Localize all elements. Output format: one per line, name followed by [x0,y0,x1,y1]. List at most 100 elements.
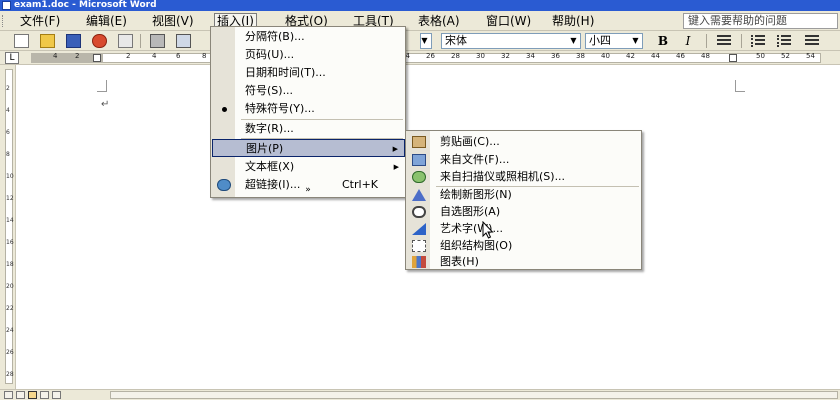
menu-item-label: 特殊符号(Y)... [245,102,315,115]
submenu-item-wordart[interactable]: 艺术字(W)... [407,220,641,238]
ruler-tick: 2 [126,52,131,60]
tab-stop-selector[interactable]: L [5,52,19,64]
print-icon[interactable] [150,34,165,48]
horizontal-ruler[interactable]: L 2 4 2 4 6 8 10 12 14 16 18 20 22 24 26… [0,51,840,65]
submenu-item-new-drawing[interactable]: 绘制新图形(N) [407,186,641,204]
menubar-grip[interactable] [2,15,5,27]
mouse-pointer-icon [482,221,494,239]
bold-button[interactable]: B [655,34,671,48]
vruler-tick: 16 [6,239,14,246]
print-layout-button[interactable] [28,391,37,399]
web-layout-button[interactable] [16,391,25,399]
menu-item-label: 自选图形(A) [440,205,501,218]
vruler-tick: 10 [6,173,14,180]
menu-item-label: 来自文件(F)... [440,153,510,166]
vertical-ruler-strip [5,69,13,384]
submenu-item-clipart[interactable]: 剪贴画(C)... [407,133,641,151]
menu-item-page-numbers[interactable]: 页码(U)... [212,46,405,64]
menu-item-label: 图表(H) [440,255,479,268]
autoshapes-icon [412,206,426,218]
permission-icon[interactable] [92,34,107,48]
email-icon[interactable] [118,34,133,48]
scanner-camera-icon [412,171,426,183]
reading-layout-button[interactable] [52,391,61,399]
normal-view-button[interactable] [4,391,13,399]
standard-toolbar: ▼ 宋体 ▼ 小四 ▼ B I [0,31,840,51]
decrease-indent-icon[interactable] [805,35,819,47]
submenu-item-autoshapes[interactable]: 自选图形(A) [407,203,641,221]
menu-item-break[interactable]: 分隔符(B)... [212,28,405,46]
font-name-combo[interactable]: 宋体 ▼ [441,33,581,49]
chevron-down-icon: ▼ [570,36,577,45]
ruler-tick: 54 [806,52,815,60]
window-title: exam1.doc - Microsoft Word [14,0,157,10]
save-icon[interactable] [66,34,81,48]
menu-view[interactable]: 视图(V) [150,13,196,29]
toolbar-separator [140,34,141,48]
status-bar [0,389,840,400]
expand-menu-chevron-icon[interactable]: » [211,185,405,195]
ruler-tick: 4 [53,52,58,60]
ruler-tick: 36 [551,52,560,60]
menu-item-label: 页码(U)... [245,48,295,61]
from-file-icon [412,154,426,166]
menu-table[interactable]: 表格(A) [416,13,462,29]
menu-file[interactable]: 文件(F) [18,13,62,29]
menu-edit[interactable]: 编辑(E) [84,13,129,29]
horizontal-scrollbar[interactable] [110,391,838,399]
ruler-tick: 38 [576,52,585,60]
word-app-icon [2,1,11,10]
menu-window[interactable]: 窗口(W) [484,13,533,29]
vruler-tick: 26 [6,349,14,356]
vruler-tick: 6 [6,129,10,136]
menu-item-number[interactable]: 数字(R)... [212,120,405,138]
menu-item-date-time[interactable]: 日期和时间(T)... [212,64,405,82]
toolbar-separator [706,34,707,48]
menu-item-label: 文本框(X) [245,160,295,173]
right-indent-marker[interactable] [729,54,737,62]
ruler-tick: 30 [476,52,485,60]
new-drawing-icon [412,189,426,201]
menu-item-label: 绘制新图形(N) [440,188,512,201]
font-size-combo[interactable]: 小四 ▼ [585,33,643,49]
submenu-arrow-icon: ▶ [393,163,399,171]
submenu-item-scanner[interactable]: 来自扫描仪或照相机(S)... [407,168,641,186]
menu-item-label: 数字(R)... [245,122,294,135]
toolbar-separator [741,34,742,48]
submenu-item-from-file[interactable]: 来自文件(F)... [407,151,641,169]
menu-item-label: 剪贴画(C)... [440,135,500,148]
ruler-tick: 46 [676,52,685,60]
vruler-tick: 28 [6,371,14,378]
submenu-item-chart[interactable]: 图表(H) [407,253,641,271]
vruler-tick: 2 [6,85,10,92]
menu-item-symbol[interactable]: 符号(S)... [212,82,405,100]
bulleted-list-icon[interactable] [777,35,791,47]
submenu-arrow-icon: ▶ [392,145,398,153]
indent-marker[interactable] [93,54,101,62]
outline-view-button[interactable] [40,391,49,399]
italic-button[interactable]: I [680,34,696,48]
font-size-value: 小四 [589,34,611,47]
numbered-list-icon[interactable] [751,35,765,47]
chevron-down-icon: ▼ [632,36,639,45]
vruler-tick: 4 [6,107,10,114]
justify-icon[interactable] [717,35,731,47]
menu-help[interactable]: 帮助(H) [550,13,596,29]
ruler-tick: 6 [176,52,181,60]
help-search-input[interactable]: 键入需要帮助的问题 [683,13,838,29]
ruler-tick: 8 [202,52,207,60]
ruler-tick: 48 [701,52,710,60]
bullet-icon [222,107,227,112]
print-preview-icon[interactable] [176,34,191,48]
menu-item-text-box[interactable]: 文本框(X) ▶ [212,158,405,176]
style-combo-arrow[interactable]: ▼ [420,33,432,49]
open-folder-icon[interactable] [40,34,55,48]
ruler-tick: 50 [756,52,765,60]
menu-item-label: 图片(P) [246,142,284,155]
vertical-ruler[interactable]: 2 4 6 8 10 12 14 16 18 20 22 24 26 28 [0,65,16,390]
vruler-tick: 24 [6,327,14,334]
menu-item-special-symbol[interactable]: 特殊符号(Y)... [212,100,405,118]
menu-bar: 文件(F) 编辑(E) 视图(V) 插入(I) 格式(O) 工具(T) 表格(A… [0,11,840,31]
new-document-icon[interactable] [14,34,29,48]
menu-item-picture[interactable]: 图片(P) ▶ [212,139,405,157]
